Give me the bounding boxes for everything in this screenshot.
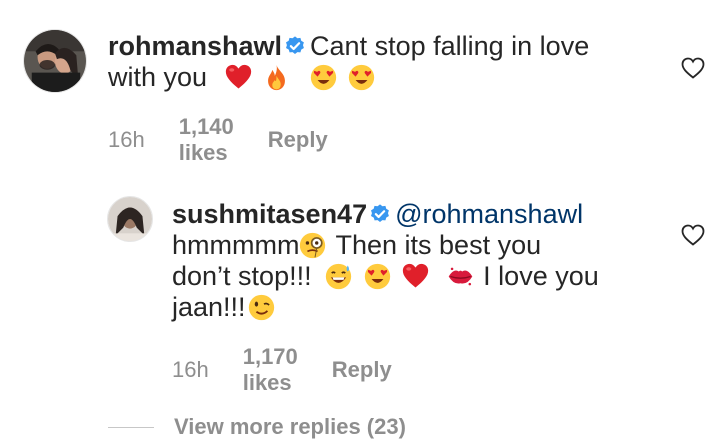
divider-line: [108, 426, 154, 428]
red-heart-emoji-icon: [225, 64, 251, 89]
like-heart-icon[interactable]: [681, 57, 705, 79]
timestamp: 16h: [108, 127, 145, 152]
avatar[interactable]: [23, 29, 87, 93]
comment-text: sushmitasen47 @rohmanshawl hmmmmm Then it…: [172, 199, 672, 323]
heart-eyes-emoji-icon: [348, 64, 375, 91]
fire-emoji-icon: [268, 64, 286, 91]
verified-badge-icon: [286, 36, 304, 54]
mention-link[interactable]: @rohmanshawl: [395, 199, 583, 229]
view-more-replies-button[interactable]: View more replies (23): [108, 414, 406, 440]
view-more-replies-label: View more replies (23): [174, 414, 406, 439]
avatar[interactable]: [107, 196, 153, 242]
comment-text-line2: with you: [108, 62, 208, 92]
like-heart-icon[interactable]: [681, 224, 705, 246]
reply-button[interactable]: Reply: [332, 357, 392, 383]
comment-text-d: I love you: [483, 261, 599, 291]
heart-eyes-emoji-icon: [364, 263, 390, 290]
winking-face-emoji-icon: [248, 294, 274, 321]
likes-count[interactable]: 1,170 likes: [243, 344, 298, 396]
verified-badge-icon: [371, 204, 389, 222]
comment-text-line1: Cant stop falling in love: [310, 31, 590, 61]
username[interactable]: sushmitasen47: [172, 199, 367, 229]
comment-text-e: jaan!!!: [172, 292, 246, 322]
reply-button[interactable]: Reply: [268, 127, 328, 153]
grinning-sweat-emoji-icon: [325, 263, 352, 290]
likes-count[interactable]: 1,140 likes: [179, 114, 234, 166]
red-heart-emoji-icon: [402, 263, 429, 288]
comment-text: rohmanshawl Cant stop falling in love wit…: [108, 31, 648, 93]
heart-eyes-emoji-icon: [310, 64, 336, 91]
comment-meta: 16h 1,170 likes Reply: [172, 344, 392, 396]
timestamp: 16h: [172, 357, 209, 382]
comment-meta: 16h 1,140 likes Reply: [108, 114, 328, 166]
comment-text-a: hmmmmm: [172, 230, 300, 260]
username[interactable]: rohmanshawl: [108, 31, 282, 61]
kiss-mark-emoji-icon: [448, 267, 472, 286]
comment-text-b: Then its best you: [335, 230, 542, 260]
comment-text-c: don’t stop!!!: [172, 261, 312, 291]
face-with-monocle-emoji-icon: [300, 232, 326, 259]
